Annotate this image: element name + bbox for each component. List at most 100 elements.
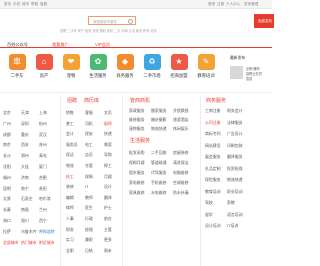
city-link[interactable]: 南京: [3, 142, 11, 148]
service-link[interactable]: 手机维修: [151, 180, 167, 186]
topbar-login[interactable]: 登录: [208, 2, 215, 7]
business-link[interactable]: 休闲娱乐: [173, 126, 189, 132]
service-link[interactable]: 二手回收: [151, 150, 167, 156]
service-link[interactable]: 房屋装修: [173, 150, 189, 156]
commerce-link[interactable]: 投资担保: [227, 166, 243, 172]
topbar-link-city[interactable]: 城市: [22, 2, 29, 7]
city-link[interactable]: 合肥: [39, 175, 47, 181]
service-link[interactable]: 家具维修: [129, 190, 145, 196]
job-link[interactable]: 全职: [66, 248, 74, 254]
city-link[interactable]: 杭州: [39, 121, 47, 127]
job-link[interactable]: 电工: [85, 142, 93, 148]
job-link[interactable]: 翻译: [104, 195, 112, 201]
job-link[interactable]: 客服: [85, 110, 93, 116]
business-link[interactable]: 旅游酒店: [173, 117, 189, 123]
business-link[interactable]: 宠物服务: [129, 126, 145, 132]
job-link[interactable]: 保洁: [66, 152, 74, 158]
latest-thumbnail[interactable]: [230, 66, 243, 79]
job-link[interactable]: 更多: [104, 237, 112, 243]
job-link[interactable]: 医生: [85, 205, 93, 211]
business-heading[interactable]: 管商商机: [130, 97, 150, 104]
city-link[interactable]: 西安: [21, 142, 29, 148]
city-link[interactable]: 大连: [21, 164, 29, 170]
job-link[interactable]: 会计: [66, 131, 74, 137]
city-link[interactable]: 上海: [39, 110, 47, 116]
city-link[interactable]: 深圳: [21, 121, 29, 127]
city-link[interactable]: 全部城市: [3, 240, 19, 246]
city-link[interactable]: 南宁: [21, 186, 29, 192]
job-link[interactable]: 焊工: [104, 163, 112, 169]
job-link[interactable]: IT: [85, 184, 88, 189]
city-link[interactable]: 沈阳: [3, 164, 11, 170]
city-link[interactable]: 呼和浩特: [39, 229, 55, 235]
commerce-link[interactable]: IT培训: [227, 223, 238, 229]
business-link[interactable]: 物流快递: [151, 126, 167, 132]
job-link[interactable]: 导购: [104, 152, 112, 158]
hot-keywords[interactable]: 招聘 二手车 房产 租房 宠物 兼职 家政 二手 车辆 生活 服务 教育 培训: [60, 28, 157, 33]
city-link[interactable]: 武汉: [39, 132, 47, 138]
commerce-link[interactable]: 展会服务: [205, 154, 221, 160]
job-link[interactable]: 财务: [66, 227, 74, 233]
job-link[interactable]: 前台: [104, 216, 112, 222]
category-item[interactable]: ★ 招商加盟: [166, 54, 192, 86]
city-link[interactable]: 西宁: [39, 218, 47, 224]
jobs-heading[interactable]: 招聘: [67, 97, 77, 104]
city-selector[interactable]: 百姓公众号: [7, 42, 28, 48]
city-link[interactable]: 天津: [21, 110, 29, 116]
commerce-link[interactable]: 职业培训: [227, 189, 243, 195]
city-link[interactable]: 广州: [3, 121, 11, 127]
service-link[interactable]: 代驾服务: [151, 170, 167, 176]
topbar-link-help[interactable]: 帮助: [31, 2, 38, 7]
job-link[interactable]: 厨师: [104, 121, 112, 127]
city-link[interactable]: 长沙: [3, 153, 11, 159]
job-link[interactable]: 兼职: [85, 237, 93, 243]
job-link[interactable]: 美容: [104, 142, 112, 148]
job-link[interactable]: 周末: [104, 248, 112, 254]
commerce-link[interactable]: 语言培训: [227, 212, 243, 218]
city-link[interactable]: 青岛: [39, 153, 47, 159]
job-link[interactable]: 行政: [85, 216, 93, 222]
search-box[interactable]: 请搜索城市服务: [88, 16, 136, 25]
job-link[interactable]: 编辑: [66, 195, 74, 201]
job-link[interactable]: 实习: [66, 237, 74, 243]
business-link[interactable]: 维修服务: [129, 117, 145, 123]
service-link[interactable]: 水电维修: [151, 190, 167, 196]
commerce-link[interactable]: 驾校: [205, 200, 213, 206]
commerce-link[interactable]: 保险服务: [205, 177, 221, 183]
topbar-link-home[interactable]: 首页: [4, 2, 11, 7]
city-link[interactable]: 太原: [3, 196, 11, 202]
city-link[interactable]: 乌鲁木齐: [21, 229, 37, 235]
category-item[interactable]: ⌂ 房产: [31, 54, 57, 86]
commerce-link[interactable]: 家教: [227, 200, 235, 206]
city-link[interactable]: 银川: [21, 218, 29, 224]
city-link[interactable]: 附近城市: [39, 240, 55, 246]
publish-button[interactable]: 免费发布: [254, 14, 274, 28]
city-link[interactable]: 郑州: [21, 153, 29, 159]
city-link[interactable]: 成都: [3, 132, 11, 138]
commerce-link[interactable]: 公司注册: [205, 120, 221, 126]
category-item[interactable]: ✿ 生活服务: [85, 54, 111, 86]
search-icon[interactable]: [128, 18, 133, 24]
commerce-heading[interactable]: 商务服务: [206, 97, 226, 104]
topbar-link-service[interactable]: 客服: [40, 2, 47, 7]
topbar-link-mobile[interactable]: 手机: [13, 2, 20, 7]
latest-line[interactable]: 急招: [246, 76, 252, 81]
service-link[interactable]: 防水补漏: [173, 190, 189, 196]
commerce-link[interactable]: 教育培训: [205, 189, 221, 195]
job-link[interactable]: 人事: [66, 216, 74, 222]
city-link[interactable]: 南昌: [21, 207, 29, 213]
job-link[interactable]: 设计: [104, 184, 112, 190]
city-link[interactable]: 贵阳: [39, 186, 47, 192]
city-link[interactable]: 济南: [21, 175, 29, 181]
commerce-link[interactable]: 设计培训: [205, 223, 221, 229]
topbar-user-center[interactable]: 个人中心: [226, 2, 240, 7]
business-link[interactable]: 搬家服务: [151, 108, 167, 114]
job-link[interactable]: 护士: [104, 205, 112, 211]
city-link[interactable]: 石家庄: [21, 196, 33, 202]
commerce-link[interactable]: 物流快递: [227, 177, 243, 183]
city-link[interactable]: 海口: [3, 218, 11, 224]
commerce-link[interactable]: 法律服务: [227, 120, 243, 126]
job-link[interactable]: 快递: [104, 131, 112, 137]
commerce-link[interactable]: 广告设计: [227, 131, 243, 137]
commerce-link[interactable]: 礼品定制: [205, 166, 221, 172]
